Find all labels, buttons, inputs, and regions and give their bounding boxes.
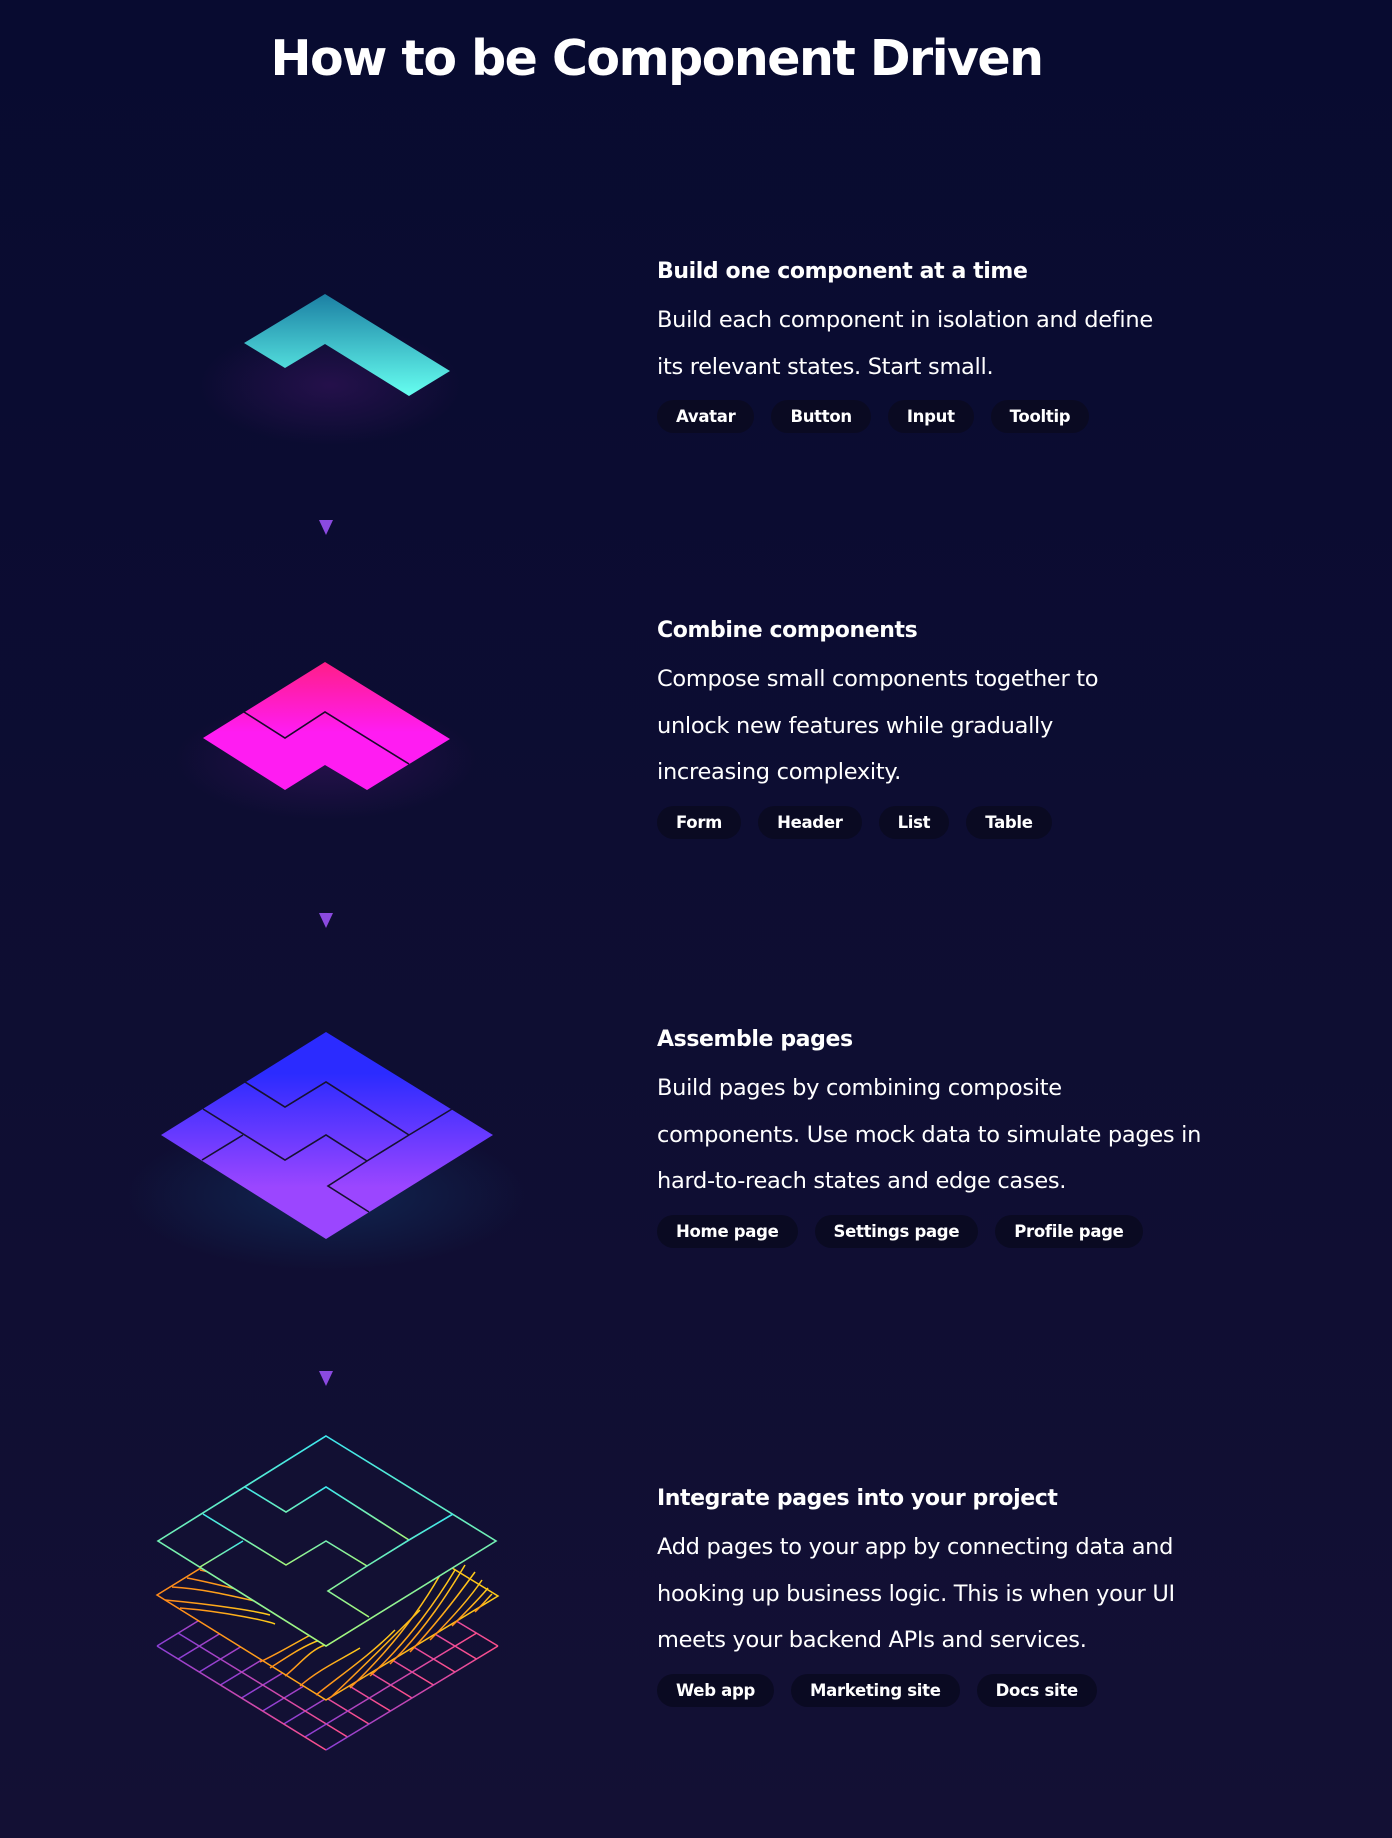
tag-list: Home page Settings page Profile page xyxy=(657,1214,1217,1248)
tag-avatar[interactable]: Avatar xyxy=(657,400,755,433)
step-integrate-pages: Integrate pages into your project Add pa… xyxy=(657,1484,1217,1707)
tag-list-item[interactable]: List xyxy=(878,805,950,839)
tag-settings-page[interactable]: Settings page xyxy=(814,1214,979,1248)
tag-input[interactable]: Input xyxy=(887,400,974,433)
step-assemble-pages: Assemble pages Build pages by combining … xyxy=(657,1025,1217,1248)
tag-button[interactable]: Button xyxy=(771,400,871,433)
step-heading: Assemble pages xyxy=(657,1027,853,1052)
tag-docs-site[interactable]: Docs site xyxy=(976,1673,1097,1707)
down-arrow-icon xyxy=(319,1283,333,1386)
single-component-shape-icon xyxy=(200,294,460,445)
down-arrow-icon xyxy=(319,433,333,535)
step-combine-components: Combine components Compose small compone… xyxy=(657,616,1217,839)
tag-header[interactable]: Header xyxy=(758,805,862,839)
tag-list: Avatar Button Input Tooltip xyxy=(657,400,1217,433)
assembled-page-shape-icon xyxy=(126,1032,526,1270)
tag-marketing-site[interactable]: Marketing site xyxy=(791,1673,960,1707)
step-description: Build each component in isolation and de… xyxy=(657,307,1153,380)
tag-list: Web app Marketing site Docs site xyxy=(657,1673,1217,1707)
combined-components-shape-icon xyxy=(176,662,476,820)
tag-web-app[interactable]: Web app xyxy=(657,1673,775,1707)
step-heading: Combine components xyxy=(657,618,918,643)
tag-list: Form Header List Table xyxy=(657,805,1217,839)
step-description: Build pages by combining composite compo… xyxy=(657,1075,1202,1194)
tag-profile-page[interactable]: Profile page xyxy=(995,1214,1143,1248)
step-description: Add pages to your app by connecting data… xyxy=(657,1534,1175,1653)
step-build-component: Build one component at a time Build each… xyxy=(657,257,1217,433)
tag-tooltip[interactable]: Tooltip xyxy=(990,400,1090,433)
step-description: Compose small components together to unl… xyxy=(657,666,1099,785)
step-heading: Build one component at a time xyxy=(657,259,1028,284)
down-arrow-icon xyxy=(319,825,333,928)
tag-form[interactable]: Form xyxy=(657,805,742,839)
integrated-layers-icon xyxy=(155,1435,500,1751)
tag-table[interactable]: Table xyxy=(966,805,1052,839)
tag-home-page[interactable]: Home page xyxy=(657,1214,798,1248)
step-heading: Integrate pages into your project xyxy=(657,1486,1058,1511)
